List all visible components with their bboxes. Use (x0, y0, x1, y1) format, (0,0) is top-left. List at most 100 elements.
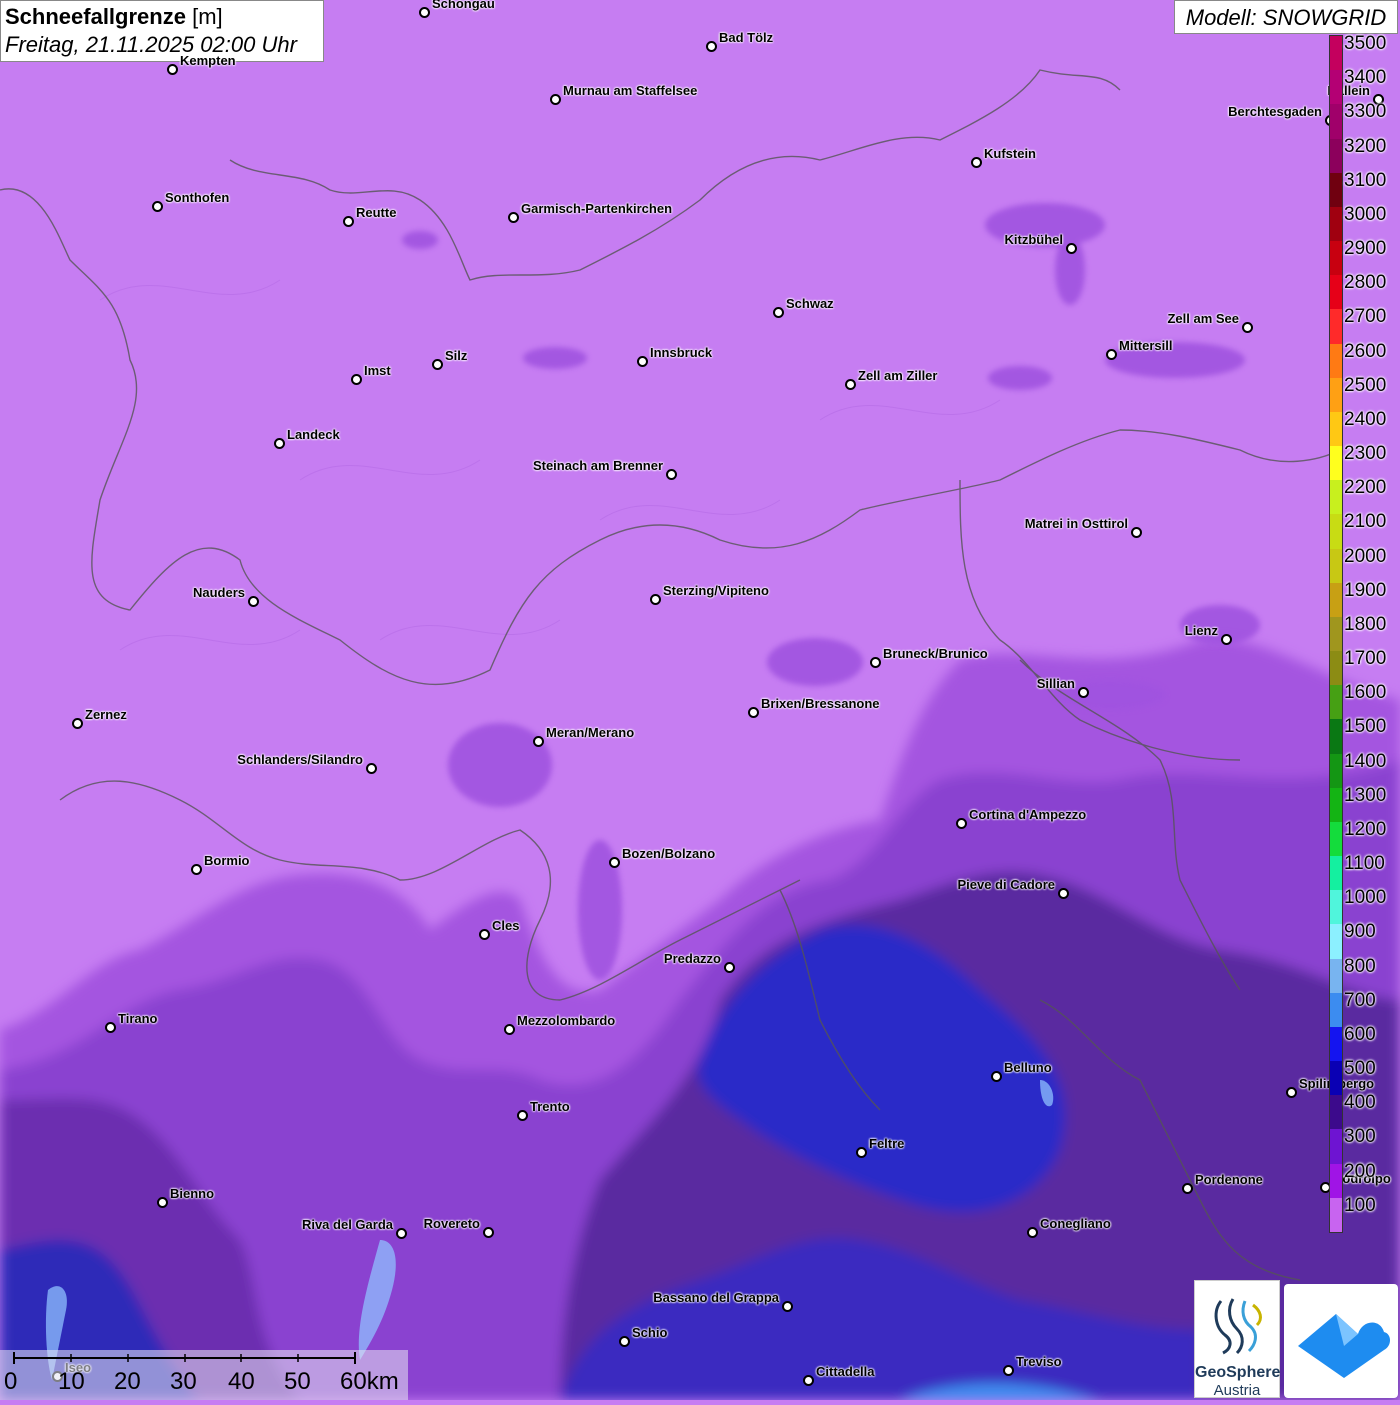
city-marker (782, 1301, 793, 1312)
legend-value-label: 1400 (1344, 750, 1387, 772)
legend-value-label: 3300 (1344, 101, 1387, 123)
legend-value-label: 200 (1344, 1160, 1376, 1182)
scale-tick-label: 40 (228, 1368, 255, 1395)
city-marker (1003, 1365, 1014, 1376)
city-marker (706, 41, 717, 52)
city-label: Murnau am Staffelsee (563, 83, 698, 98)
city-marker (1131, 527, 1142, 538)
city-marker (1058, 888, 1069, 899)
legend-value-label: 400 (1344, 1092, 1376, 1114)
legend-value-label: 3200 (1344, 135, 1387, 157)
legend-value-label: 1700 (1344, 648, 1387, 670)
legend-value-label: 600 (1344, 1023, 1376, 1045)
legend-value-label: 500 (1344, 1058, 1376, 1080)
legend-value-label: 3400 (1344, 67, 1387, 89)
city-label: Lienz (1184, 623, 1218, 638)
legend-value-label: 2600 (1344, 340, 1387, 362)
city-marker (72, 718, 83, 729)
legend-color-swatch (1330, 104, 1342, 139)
city-marker (191, 864, 202, 875)
city-label: Treviso (1016, 1354, 1062, 1369)
city-marker (870, 657, 881, 668)
scale-tick-label: 0 (4, 1368, 18, 1395)
city-label: Pordenone (1195, 1172, 1263, 1187)
city-marker (1027, 1227, 1038, 1238)
weather-app-cloud-icon (1298, 1314, 1390, 1378)
city-label: Schongau (432, 0, 495, 11)
map-title-box: Schneefallgrenze [m] Freitag, 21.11.2025… (0, 0, 324, 62)
legend-value-label: 2900 (1344, 238, 1387, 260)
legend-value-label: 1000 (1344, 887, 1387, 909)
city-marker (396, 1228, 407, 1239)
legend-value-label: 3500 (1344, 33, 1387, 54)
legend-color-swatch (1330, 719, 1342, 755)
legend-color-swatch (1330, 70, 1342, 105)
legend-color-swatch (1330, 343, 1342, 379)
city-label: Zell am See (1167, 311, 1239, 326)
city-label: Belluno (1004, 1060, 1052, 1075)
city-label: Steinach am Brenner (532, 458, 663, 473)
geosphere-logo-icon (1214, 1298, 1262, 1355)
legend-color-swatch (1330, 138, 1342, 174)
geosphere-austria-logo[interactable]: GeoSphere Austria (1194, 1280, 1280, 1399)
city-marker (419, 7, 430, 18)
legend-value-label: 1900 (1344, 579, 1387, 601)
model-label: Modell: SNOWGRID (1174, 0, 1398, 34)
city-label: Predazzo (663, 951, 721, 966)
legend-color-swatch (1330, 1061, 1342, 1096)
legend-color-swatch (1330, 685, 1342, 720)
city-marker (845, 379, 856, 390)
scale-tick-label: 50 (284, 1368, 311, 1395)
city-marker (803, 1375, 814, 1386)
city-marker (1182, 1183, 1193, 1194)
city-label: Rovereto (423, 1216, 480, 1231)
city-label: Feltre (869, 1136, 905, 1151)
map-datetime: Freitag, 21.11.2025 02:00 Uhr (5, 32, 297, 57)
legend-color-swatch (1330, 275, 1342, 310)
city-label: Bruneck/Brunico (883, 646, 988, 661)
city-label: Bienno (170, 1186, 215, 1201)
city-marker (637, 356, 648, 367)
city-label: Bassano del Grappa (653, 1290, 779, 1305)
city-label: Pieve di Cadore (957, 877, 1055, 892)
legend-color-swatch (1330, 309, 1342, 345)
legend-color-swatch (1330, 651, 1342, 686)
city-marker (650, 594, 661, 605)
legend-value-label: 800 (1344, 955, 1376, 977)
legend-color-swatch (1330, 1163, 1342, 1199)
city-label: Zernez (85, 707, 127, 722)
city-marker (517, 1110, 528, 1121)
legend-value-label: 2800 (1344, 272, 1387, 294)
city-marker (533, 736, 544, 747)
city-marker (619, 1336, 630, 1347)
legend-color-swatch (1330, 890, 1342, 925)
scale-tick-label: 60km (340, 1368, 399, 1395)
city-marker (1221, 634, 1232, 645)
city-label: Mittersill (1119, 338, 1173, 353)
legend-value-label: 3000 (1344, 203, 1387, 225)
legend-color-swatch (1330, 241, 1342, 276)
legend-color-swatch (1330, 446, 1342, 481)
city-label: Schio (632, 1325, 668, 1340)
legend-color-swatch (1330, 1026, 1342, 1062)
city-marker (971, 157, 982, 168)
city-marker (991, 1071, 1002, 1082)
legend-color-swatch (1330, 36, 1342, 71)
city-marker (1286, 1087, 1297, 1098)
legend-value-label: 2700 (1344, 306, 1387, 328)
legend-value-label: 2400 (1344, 408, 1387, 430)
city-marker (666, 469, 677, 480)
legend-value-label: 2100 (1344, 511, 1387, 533)
city-label: Cortina d'Ampezzo (969, 807, 1087, 822)
weather-app-logo[interactable] (1284, 1284, 1398, 1398)
legend-color-swatch (1330, 787, 1342, 823)
city-marker (343, 216, 354, 227)
legend-value-label: 2300 (1344, 443, 1387, 465)
city-marker (508, 212, 519, 223)
city-label: Sonthofen (165, 190, 230, 205)
legend-value-label: 1600 (1344, 682, 1387, 704)
legend-color-swatch (1330, 377, 1342, 413)
legend-value-label: 1300 (1344, 784, 1387, 806)
legend-color-swatch (1330, 616, 1342, 652)
city-marker (956, 818, 967, 829)
